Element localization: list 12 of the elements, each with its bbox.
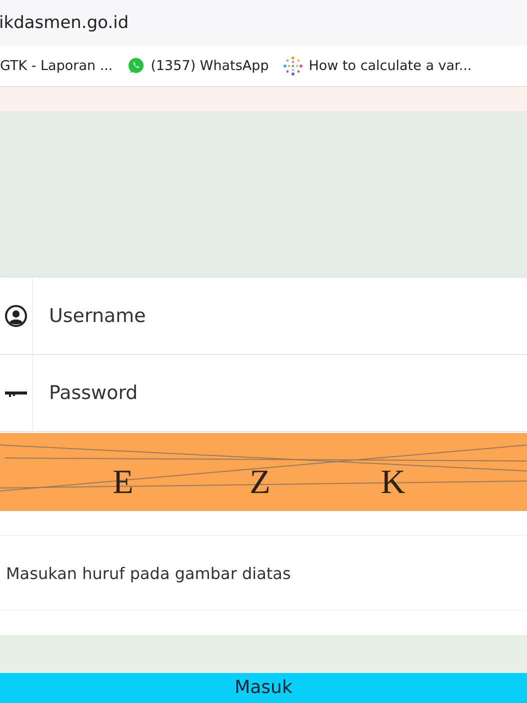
captcha-letter: E <box>112 464 134 501</box>
chat-icon <box>126 57 145 75</box>
captcha-letter: Z <box>250 464 270 501</box>
captcha-letter: K <box>380 464 406 501</box>
captcha-field[interactable]: Masukan huruf pada gambar diatas <box>0 535 527 611</box>
bookmark[interactable]: How to calculate a var... <box>282 56 472 76</box>
login-button[interactable]: Masuk <box>0 673 527 703</box>
bookmark[interactable]: (1357) WhatsApp <box>126 57 269 75</box>
bookmark[interactable]: GTK - Laporan ... <box>0 58 113 74</box>
url-text[interactable]: ikdasmen.go.id <box>0 13 129 33</box>
user-icon <box>5 305 27 327</box>
sparkle-icon <box>282 56 303 76</box>
